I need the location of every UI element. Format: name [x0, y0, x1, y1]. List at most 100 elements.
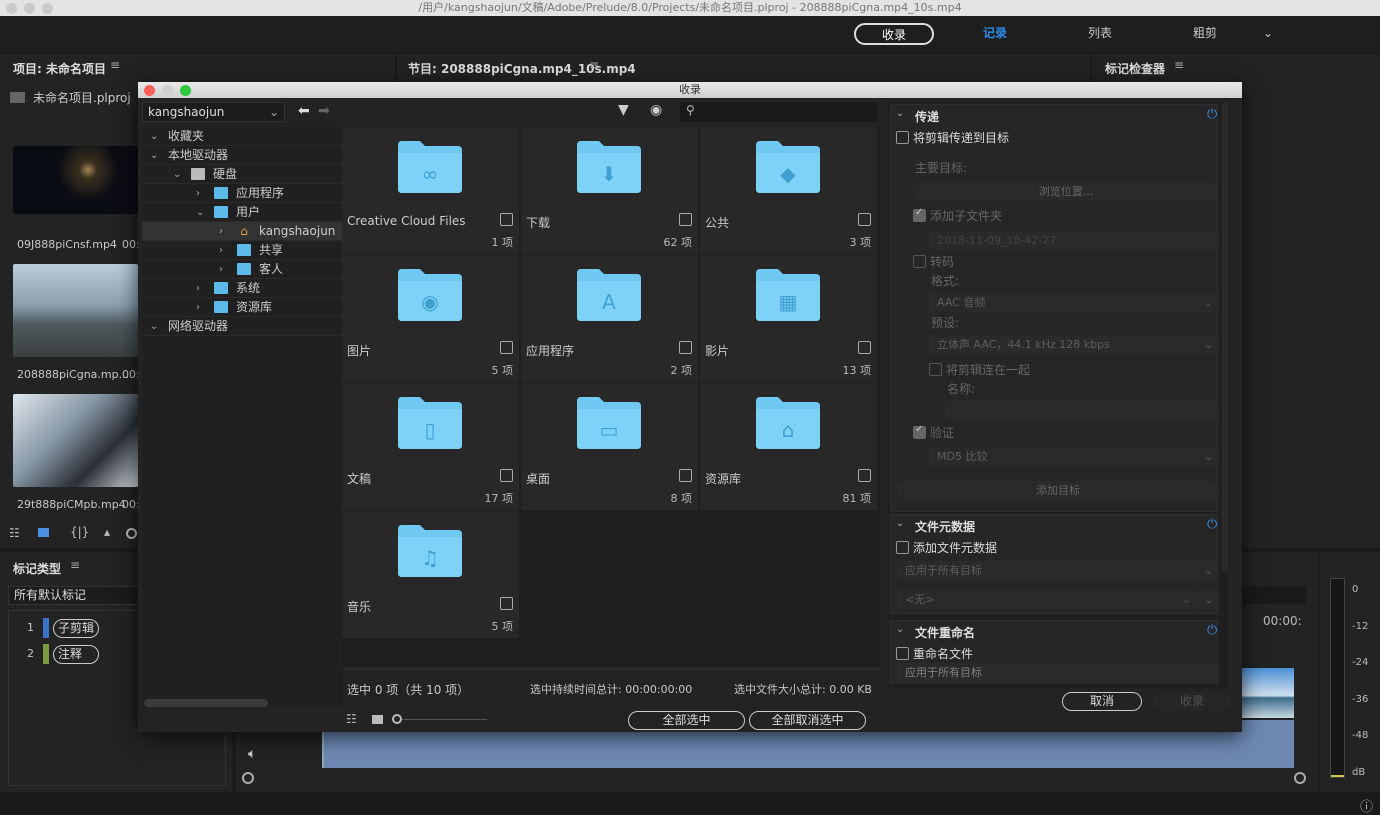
deselect-all-button[interactable]: 全部取消选中	[749, 711, 866, 730]
list-view-icon[interactable]: ☷	[9, 526, 20, 540]
clip-thumbnail[interactable]	[13, 264, 138, 357]
tree-item[interactable]: › 应用程序	[142, 184, 343, 203]
folder-item[interactable]: ◉ 图片 5 项	[342, 255, 519, 382]
search-input[interactable]: ⚲	[680, 102, 878, 122]
dialog-minimize-button[interactable]	[162, 85, 173, 96]
verify-method-select[interactable]: MD5 比较 ⌄	[929, 447, 1219, 466]
folder-item[interactable]: ▭ 桌面 8 项	[521, 383, 698, 510]
clip-thumbnail[interactable]	[13, 394, 138, 487]
folder-select-checkbox[interactable]	[858, 213, 871, 226]
tree-item[interactable]: ⌄ 收藏夹	[142, 127, 343, 146]
workspace-rough-cut-tab[interactable]: 粗剪	[1175, 23, 1235, 45]
timeline-zoom-handle-right[interactable]	[1294, 772, 1306, 784]
metadata-power-icon[interactable]: ⏻	[1207, 517, 1217, 532]
zoom-small-icon[interactable]: ▴	[104, 525, 110, 539]
sort-icon[interactable]: {|}	[70, 525, 89, 539]
chevron-right-icon[interactable]: ›	[196, 184, 200, 203]
section-collapse-chevron-icon[interactable]: ⌄	[896, 624, 904, 635]
rename-enable-checkbox[interactable]	[896, 647, 909, 660]
metadata-template-menu-chevron-icon[interactable]: ⌄	[1199, 590, 1219, 609]
preset-select[interactable]: 立体声 AAC，44.1 kHz 128 kbps ⌄	[929, 335, 1219, 354]
chevron-right-icon[interactable]: ›	[196, 279, 200, 298]
panel-menu-icon[interactable]: ≡	[1174, 58, 1184, 72]
chevron-right-icon[interactable]: ›	[219, 241, 223, 260]
settings-scrollbar[interactable]	[1222, 102, 1228, 572]
panel-menu-icon[interactable]: ≡	[589, 58, 599, 72]
metadata-template-select[interactable]: <无> ⌄	[897, 590, 1197, 609]
filter-icon[interactable]: ▼	[618, 102, 629, 118]
add-subfolder-checkbox[interactable]	[913, 207, 926, 222]
folder-item[interactable]: ♫ 音乐 5 项	[342, 511, 519, 638]
concat-clips-checkbox[interactable]	[929, 363, 942, 376]
folder-item[interactable]: ▦ 影片 13 项	[700, 255, 877, 382]
chevron-down-icon[interactable]: ⌄	[150, 146, 158, 165]
folder-select-checkbox[interactable]	[500, 469, 513, 482]
folder-select-checkbox[interactable]	[500, 597, 513, 610]
ingest-button[interactable]: 收录	[854, 23, 934, 45]
chevron-right-icon[interactable]: ›	[196, 298, 200, 317]
section-collapse-chevron-icon[interactable]: ⌄	[896, 518, 904, 529]
tree-item[interactable]: › 共享	[142, 241, 343, 260]
dialog-ingest-button[interactable]: 收录	[1152, 692, 1232, 711]
info-icon[interactable]: ⓘ	[1360, 796, 1373, 815]
tree-item[interactable]: › 系统	[142, 279, 343, 298]
folder-item[interactable]: ▯ 文稿 17 项	[342, 383, 519, 510]
folder-select-checkbox[interactable]	[858, 469, 871, 482]
tree-item[interactable]: › ⌂ kangshaojun	[142, 222, 343, 241]
clip-thumbnail[interactable]	[13, 146, 138, 214]
workspace-more-chevron-icon[interactable]: ⌄	[1258, 23, 1278, 45]
folder-item[interactable]: ⬇ 下载 62 项	[521, 127, 698, 254]
folder-select-checkbox[interactable]	[858, 341, 871, 354]
thumbnail-size-slider[interactable]	[402, 719, 487, 720]
dialog-close-button[interactable]	[144, 85, 155, 96]
workspace-list-tab[interactable]: 列表	[1070, 23, 1130, 45]
panel-menu-icon[interactable]: ≡	[70, 558, 80, 572]
tree-item[interactable]: ⌄ 本地驱动器	[142, 146, 343, 165]
workspace-log-tab[interactable]: 记录	[965, 23, 1025, 45]
folder-select-checkbox[interactable]	[679, 213, 692, 226]
rename-power-icon[interactable]: ⏻	[1207, 623, 1217, 638]
timeline-zoom-handle-left[interactable]	[242, 772, 254, 784]
cancel-button[interactable]: 取消	[1062, 692, 1142, 711]
tree-item[interactable]: ⌄ 用户	[142, 203, 343, 222]
tree-item[interactable]: ⌄ 硬盘	[142, 165, 343, 184]
close-window-button[interactable]	[6, 3, 17, 14]
zoom-slider-handle[interactable]	[126, 528, 137, 539]
marker-type-comment[interactable]: 注释	[53, 645, 99, 664]
transcode-checkbox[interactable]	[913, 255, 926, 268]
icon-view-icon[interactable]	[38, 528, 49, 537]
chevron-down-icon[interactable]: ⌄	[196, 203, 204, 222]
rename-apply-select[interactable]: 应用于所有目标	[897, 663, 1219, 682]
tree-item[interactable]: › 资源库	[142, 298, 343, 317]
format-select[interactable]: AAC 音频 ⌄	[929, 293, 1219, 312]
folder-select-checkbox[interactable]	[679, 341, 692, 354]
transfer-enable-checkbox[interactable]	[896, 131, 909, 144]
metadata-enable-checkbox[interactable]	[896, 541, 909, 554]
add-destination-button[interactable]: 添加目标	[897, 481, 1219, 500]
folder-select-checkbox[interactable]	[679, 469, 692, 482]
metadata-apply-select[interactable]: 应用于所有目标 ⌄	[897, 561, 1219, 580]
chevron-down-icon[interactable]: ⌄	[173, 165, 181, 184]
folder-select-checkbox[interactable]	[500, 213, 513, 226]
tree-item[interactable]: › 客人	[142, 260, 343, 279]
select-all-button[interactable]: 全部选中	[628, 711, 745, 730]
chevron-down-icon[interactable]: ⌄	[150, 127, 158, 146]
forward-arrow-icon[interactable]: ➡	[318, 103, 330, 119]
minimize-window-button[interactable]	[24, 3, 35, 14]
chevron-right-icon[interactable]: ›	[219, 222, 223, 241]
marker-type-subclip[interactable]: 子剪辑	[53, 619, 99, 638]
browse-location-button[interactable]: 浏览位置...	[913, 182, 1219, 201]
tree-horizontal-scrollbar[interactable]	[144, 699, 268, 707]
thumbnail-size-slider-handle[interactable]	[392, 714, 402, 724]
zoom-window-button[interactable]	[42, 3, 53, 14]
section-collapse-chevron-icon[interactable]: ⌄	[896, 108, 904, 119]
back-arrow-icon[interactable]: ⬅	[298, 103, 310, 119]
folder-select-checkbox[interactable]	[500, 341, 513, 354]
transfer-power-icon[interactable]: ⏻	[1207, 107, 1217, 122]
dialog-zoom-button[interactable]	[180, 85, 191, 96]
folder-item[interactable]: A 应用程序 2 项	[521, 255, 698, 382]
chevron-right-icon[interactable]: ›	[219, 260, 223, 279]
folder-item[interactable]: ∞ Creative Cloud Files 1 项	[342, 127, 519, 254]
concat-name-input[interactable]	[945, 401, 1219, 420]
chevron-down-icon[interactable]: ⌄	[150, 317, 158, 336]
